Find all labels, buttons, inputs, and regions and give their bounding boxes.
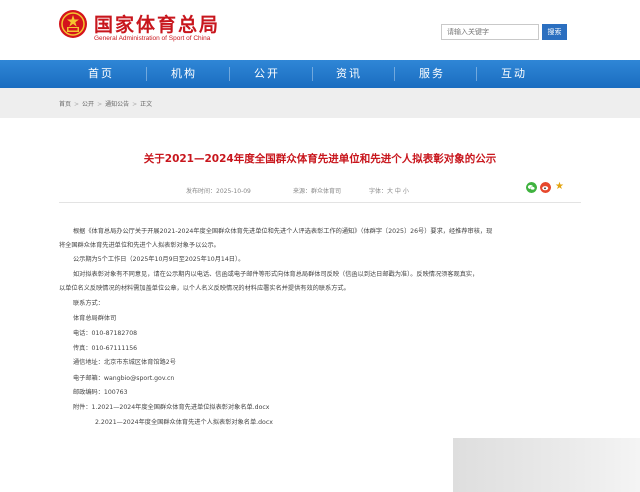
- main-nav: 首页 机构 公开 资讯 服务 互动: [0, 60, 640, 88]
- favorite-star-icon[interactable]: ★: [554, 181, 565, 192]
- breadcrumb-bar: 首页 > 公开 > 通知公告 > 正文: [0, 88, 640, 118]
- breadcrumb-separator: >: [132, 101, 138, 108]
- paragraph: 将全国群众体育先进单位和先进个人拟表彰对象予以公示。: [59, 242, 220, 249]
- breadcrumb-public[interactable]: 公开: [82, 101, 94, 108]
- font-size-switch[interactable]: 字体：大 中 小: [369, 186, 409, 195]
- breadcrumb-separator: >: [97, 101, 103, 108]
- nav-divider: [146, 67, 147, 81]
- paragraph: 如对拟表彰对象有不同意见，请在公示期内以电话、信函或电子邮件等形式向体育总局群体…: [73, 271, 479, 278]
- nav-divider: [476, 67, 477, 81]
- contact-address: 通信地址：北京市东城区体育馆路2号: [73, 359, 176, 366]
- attachment-link-1[interactable]: 附件：1.2021—2024年度全国群众体育先进单位拟表彰对象名单.docx: [73, 402, 269, 411]
- nav-divider: [394, 67, 395, 81]
- contact-email: 电子邮箱：wangbio@sport.gov.cn: [73, 375, 175, 382]
- article-title: 关于2021—2024年度全国群众体育先进单位和先进个人拟表彰对象的公示: [143, 153, 497, 165]
- article-source: 来源：群众体育司: [293, 188, 342, 195]
- nav-item-interaction[interactable]: 互动: [501, 60, 527, 88]
- contact-department: 体育总局群体司: [73, 315, 117, 322]
- paragraph: 根据《体育总局办公厅关于开展2021-2024年度全国群众体育先进单位和先进个人…: [73, 228, 493, 235]
- breadcrumb-notices[interactable]: 通知公告: [105, 101, 129, 108]
- breadcrumb-home[interactable]: 首页: [59, 101, 71, 108]
- nav-item-news[interactable]: 资讯: [336, 60, 362, 88]
- paragraph: 公示期为5个工作日（2025年10月9日至2025年10月14日）。: [73, 256, 245, 263]
- contact-phone: 电话：010-87182708: [73, 330, 138, 337]
- publish-date: 发布时间：2025-10-09: [186, 188, 251, 195]
- meta-divider: [59, 202, 581, 203]
- nav-divider: [229, 67, 230, 81]
- contact-postcode: 邮政编码：100763: [73, 389, 128, 396]
- site-title[interactable]: 国家体育总局: [94, 10, 220, 37]
- site-subtitle: General Administration of Sport of China: [94, 35, 211, 42]
- nav-item-institutions[interactable]: 机构: [171, 60, 197, 88]
- contact-heading: 联系方式：: [73, 300, 104, 307]
- site-header: 国家体育总局 General Administration of Sport o…: [0, 0, 640, 60]
- nav-item-services[interactable]: 服务: [419, 60, 445, 88]
- search-button[interactable]: 搜索: [542, 24, 567, 40]
- breadcrumb-current: 正文: [140, 101, 153, 108]
- breadcrumb-separator: >: [74, 101, 80, 108]
- weibo-icon[interactable]: [540, 182, 551, 193]
- corner-overlay: [453, 438, 640, 492]
- national-emblem-icon[interactable]: [58, 9, 88, 39]
- nav-divider: [312, 67, 313, 81]
- attachment-link-2[interactable]: 2.2021—2024年度全国群众体育先进个人拟表彰对象名单.docx: [95, 417, 273, 426]
- search-input[interactable]: [441, 24, 539, 40]
- paragraph: 以单位名义反映情况的材料需加盖单位公章，以个人名义反映情况的材料应署实名并提供有…: [59, 285, 350, 292]
- contact-fax: 传真：010-67111156: [73, 345, 138, 352]
- nav-item-home[interactable]: 首页: [88, 60, 114, 88]
- nav-item-public[interactable]: 公开: [254, 60, 280, 88]
- breadcrumb: 首页 > 公开 > 通知公告 > 正文: [59, 99, 152, 108]
- wechat-icon[interactable]: [526, 182, 537, 193]
